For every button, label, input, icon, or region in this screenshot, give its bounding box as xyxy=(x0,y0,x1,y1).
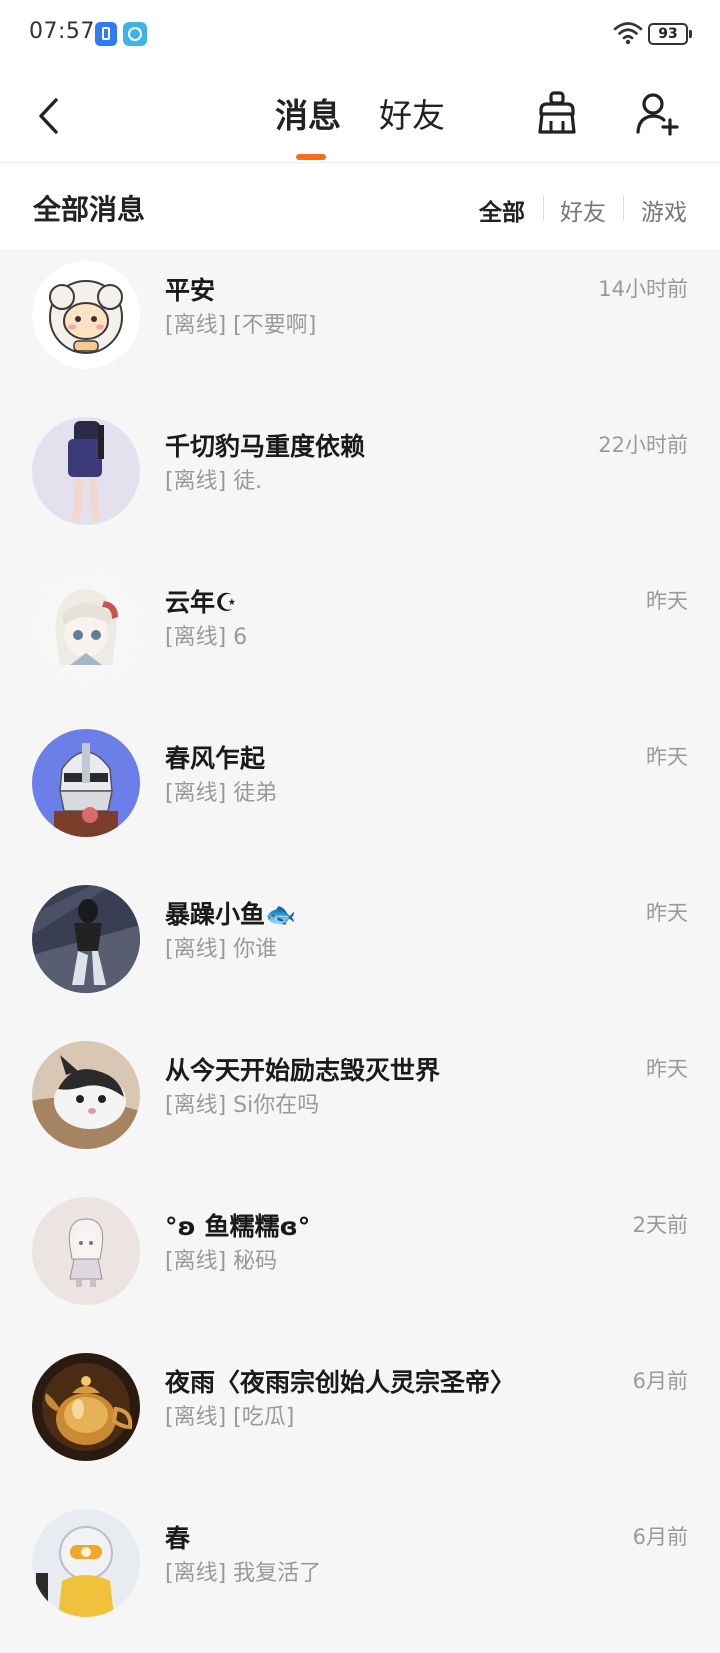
message-preview: [离线] 我复活了 xyxy=(165,1561,322,1586)
anime-avatar[interactable] xyxy=(32,573,140,681)
girl-avatar[interactable] xyxy=(32,417,140,525)
message-time: 昨天 xyxy=(646,1057,688,1081)
section-title: 全部消息 xyxy=(33,193,146,226)
contact-name: 从今天开始励志毁灭世界 xyxy=(165,1056,441,1085)
filter-all[interactable]: 全部 xyxy=(479,193,525,227)
conversation-row[interactable]: 平安 [离线] [不要啊] 14小时前 xyxy=(0,249,720,405)
message-time: 6月前 xyxy=(632,1369,688,1393)
contact-name: 春风乍起 xyxy=(165,744,266,773)
status-bar: 07:57 93 xyxy=(0,0,720,70)
back-button[interactable] xyxy=(30,92,70,140)
robot-avatar[interactable] xyxy=(32,1509,140,1617)
conversation-row[interactable]: 千切豹马重度依赖 [离线] 徒. 22小时前 xyxy=(0,405,720,561)
add-friend-button[interactable] xyxy=(634,90,682,138)
conversation-list: 平安 [离线] [不要啊] 14小时前 千切豹马重度依赖 [离线] 徒. 22小… xyxy=(0,249,720,1653)
contact-name: 春 xyxy=(165,1524,191,1553)
filter-games[interactable]: 游戏 xyxy=(641,193,687,227)
message-time: 14小时前 xyxy=(598,277,688,301)
contact-name: 平安 xyxy=(165,276,216,305)
message-preview: [离线] 徒. xyxy=(165,469,263,494)
conversation-row[interactable]: 云年☪ [离线] 6 昨天 xyxy=(0,561,720,717)
message-preview: [离线] 6 xyxy=(165,625,248,650)
tab-messages[interactable]: 消息 xyxy=(275,89,341,137)
conversation-row[interactable]: 夜雨〈夜雨宗创始人灵宗圣帝〉 [离线] [吃瓜] 6月前 xyxy=(0,1341,720,1497)
active-tab-indicator xyxy=(296,154,326,160)
contact-name: 云年☪ xyxy=(165,588,238,617)
message-preview: [离线] 秘码 xyxy=(165,1249,278,1274)
message-time: 昨天 xyxy=(646,901,688,925)
cat-avatar[interactable] xyxy=(32,1041,140,1149)
status-time: 07:57 xyxy=(29,19,95,44)
app-notification-icon xyxy=(95,22,117,46)
messages-filter-bar: 全部消息 全部 好友 游戏 xyxy=(0,163,720,249)
filter-divider xyxy=(623,196,624,220)
message-preview: [离线] 你谁 xyxy=(165,937,278,962)
conversation-row[interactable]: 从今天开始励志毁灭世界 [离线] Si你在吗 昨天 xyxy=(0,1029,720,1185)
tab-friends[interactable]: 好友 xyxy=(379,89,445,137)
contact-name: 千切豹马重度依赖 xyxy=(165,432,366,461)
message-preview: [离线] [不要啊] xyxy=(165,313,317,338)
message-time: 昨天 xyxy=(646,745,688,769)
app-notification-icon-2 xyxy=(123,22,147,46)
teapot-avatar[interactable] xyxy=(32,1353,140,1461)
message-preview: [离线] [吃瓜] xyxy=(165,1405,295,1430)
contact-name: °ʚ 鱼糯糯ɞ° xyxy=(165,1212,311,1241)
message-time: 6月前 xyxy=(632,1525,688,1549)
conversation-row[interactable]: 暴躁小鱼🐟 [离线] 你谁 昨天 xyxy=(0,873,720,1029)
message-time: 昨天 xyxy=(646,589,688,613)
message-preview: [离线] 徒弟 xyxy=(165,781,278,806)
conversation-row[interactable]: °ʚ 鱼糯糯ɞ° [离线] 秘码 2天前 xyxy=(0,1185,720,1341)
clear-messages-button[interactable] xyxy=(533,90,581,138)
wifi-icon xyxy=(613,20,643,50)
conversation-row[interactable]: 春风乍起 [离线] 徒弟 昨天 xyxy=(0,717,720,873)
message-time: 2天前 xyxy=(632,1213,688,1237)
photo-avatar[interactable] xyxy=(32,885,140,993)
chibi-avatar[interactable] xyxy=(32,1197,140,1305)
sheep-avatar[interactable] xyxy=(32,261,140,369)
filter-friends[interactable]: 好友 xyxy=(560,193,606,227)
contact-name: 暴躁小鱼🐟 xyxy=(165,900,297,929)
message-preview: [离线] Si你在吗 xyxy=(165,1093,320,1118)
message-time: 22小时前 xyxy=(598,433,688,457)
top-header: 消息 好友 xyxy=(0,70,720,163)
helmet-avatar[interactable] xyxy=(32,729,140,837)
battery-icon: 93 xyxy=(648,23,692,45)
filter-divider xyxy=(543,196,544,220)
contact-name: 夜雨〈夜雨宗创始人灵宗圣帝〉 xyxy=(165,1368,516,1397)
conversation-row[interactable]: 春 [离线] 我复活了 6月前 xyxy=(0,1497,720,1653)
